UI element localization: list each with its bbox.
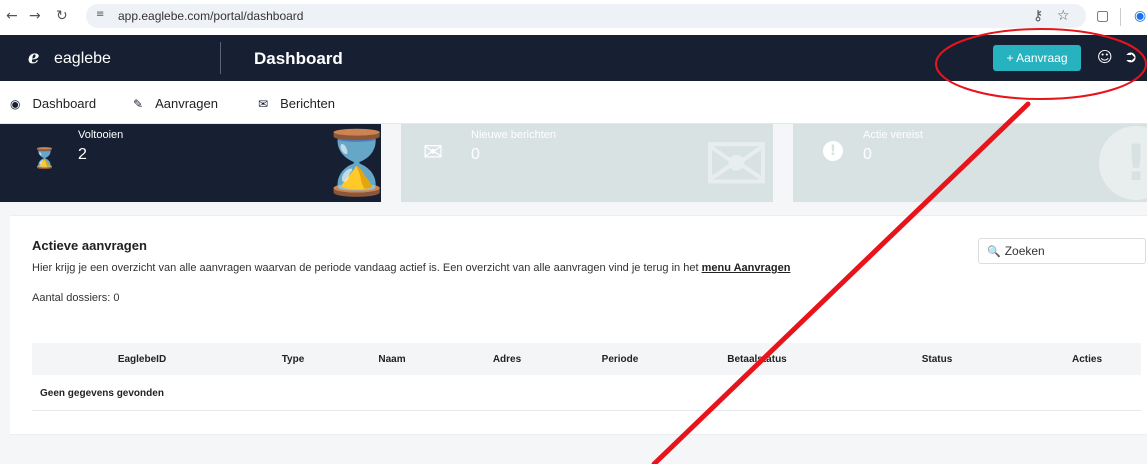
logout-icon[interactable]: ➲ (1124, 47, 1137, 66)
description-text: Hier krijg je een overzicht van alle aan… (32, 262, 702, 274)
star-icon[interactable]: ☆ (1057, 8, 1070, 24)
table-header: EaglebeID Type Naam Adres Periode Betaal… (32, 343, 1141, 375)
tab-label: Aanvragen (155, 96, 218, 111)
column-header[interactable]: Adres (472, 354, 542, 365)
column-header[interactable]: Periode (580, 354, 660, 365)
card-actie-vereist[interactable]: ! Actie vereist 0 ! (793, 124, 1147, 202)
user-icon[interactable]: ☺ (1097, 48, 1113, 66)
table-row: Geen gegevens gevonden (32, 376, 1141, 411)
card-voltooien[interactable]: ⌛ Voltooien 2 ⌛ (0, 124, 395, 202)
key-icon[interactable]: ⚷ (1033, 8, 1043, 24)
tab-label: Dashboard (32, 96, 97, 111)
section-title: Actieve aanvragen (32, 238, 147, 253)
new-request-button[interactable]: + Aanvraag (993, 45, 1081, 71)
hourglass-icon: ⌛ (318, 126, 396, 199)
exclamation-icon: ! (823, 141, 843, 161)
forward-icon[interactable]: → (29, 8, 41, 24)
aanvragen-menu-link[interactable]: menu Aanvragen (702, 262, 791, 274)
column-header[interactable]: Betaalstatus (702, 354, 812, 365)
envelope-icon: ✉ (258, 96, 269, 111)
logo-text[interactable]: eaglebe (54, 50, 111, 68)
hourglass-icon: ⌛ (32, 146, 57, 170)
card-nieuwe-berichten[interactable]: ✉ Nieuwe berichten 0 ✉ (401, 118, 773, 211)
card-value: 2 (78, 146, 87, 163)
header-divider (220, 42, 221, 74)
exclamation-icon: ! (1099, 126, 1147, 200)
column-header[interactable]: Type (258, 354, 328, 365)
new-request-label: + Aanvraag (1006, 51, 1068, 65)
tab-berichten[interactable]: ✉ Berichten (258, 96, 335, 111)
search-icon: 🔍 (987, 244, 1001, 258)
tab-aanvragen[interactable]: ✎ Aanvragen (133, 96, 218, 111)
column-header[interactable]: Naam (357, 354, 427, 365)
page-title: Dashboard (254, 49, 343, 68)
search-input[interactable]: 🔍 Zoeken (978, 238, 1146, 264)
envelope-icon: ✉ (423, 138, 444, 166)
card-label: Voltooien (78, 129, 124, 141)
dossier-count: Aantal dossiers: 0 (32, 292, 120, 304)
empty-message: Geen gegevens gevonden (40, 388, 164, 399)
card-label: Actie vereist (863, 129, 923, 141)
card-value: 0 (471, 146, 480, 163)
tab-label: Berichten (280, 96, 335, 111)
extensions-icon[interactable]: ▢ (1096, 8, 1109, 24)
column-header[interactable]: EaglebeID (72, 354, 212, 365)
back-icon[interactable]: ← (6, 8, 18, 24)
section-description: Hier krijg je een overzicht van alle aan… (32, 262, 790, 274)
column-header: Acties (1071, 354, 1102, 365)
card-label: Nieuwe berichten (471, 129, 556, 141)
browser-toolbar: ← → ↻ ≡ app.eaglebe.com/portal/dashboard… (0, 0, 1147, 35)
tab-dashboard[interactable]: ◉ Dashboard (10, 96, 96, 111)
card-value: 0 (863, 146, 872, 163)
reload-icon[interactable]: ↻ (56, 8, 68, 24)
url-text[interactable]: app.eaglebe.com/portal/dashboard (118, 9, 303, 23)
site-info-icon[interactable]: ≡ (96, 9, 104, 20)
app-header (0, 35, 1147, 81)
profile-icon[interactable]: ◉ (1134, 8, 1146, 24)
nav-tabs: ◉ Dashboard ✎ Aanvragen ✉ Berichten (0, 81, 1147, 124)
edit-icon: ✎ (133, 96, 144, 111)
search-placeholder: Zoeken (1004, 244, 1045, 258)
toolbar-divider (1120, 8, 1121, 26)
column-header[interactable]: Status (902, 354, 972, 365)
speedometer-icon: ◉ (10, 96, 21, 111)
envelope-icon: ✉ (703, 118, 771, 211)
eaglebe-logo-icon[interactable]: ℯ (28, 47, 48, 68)
